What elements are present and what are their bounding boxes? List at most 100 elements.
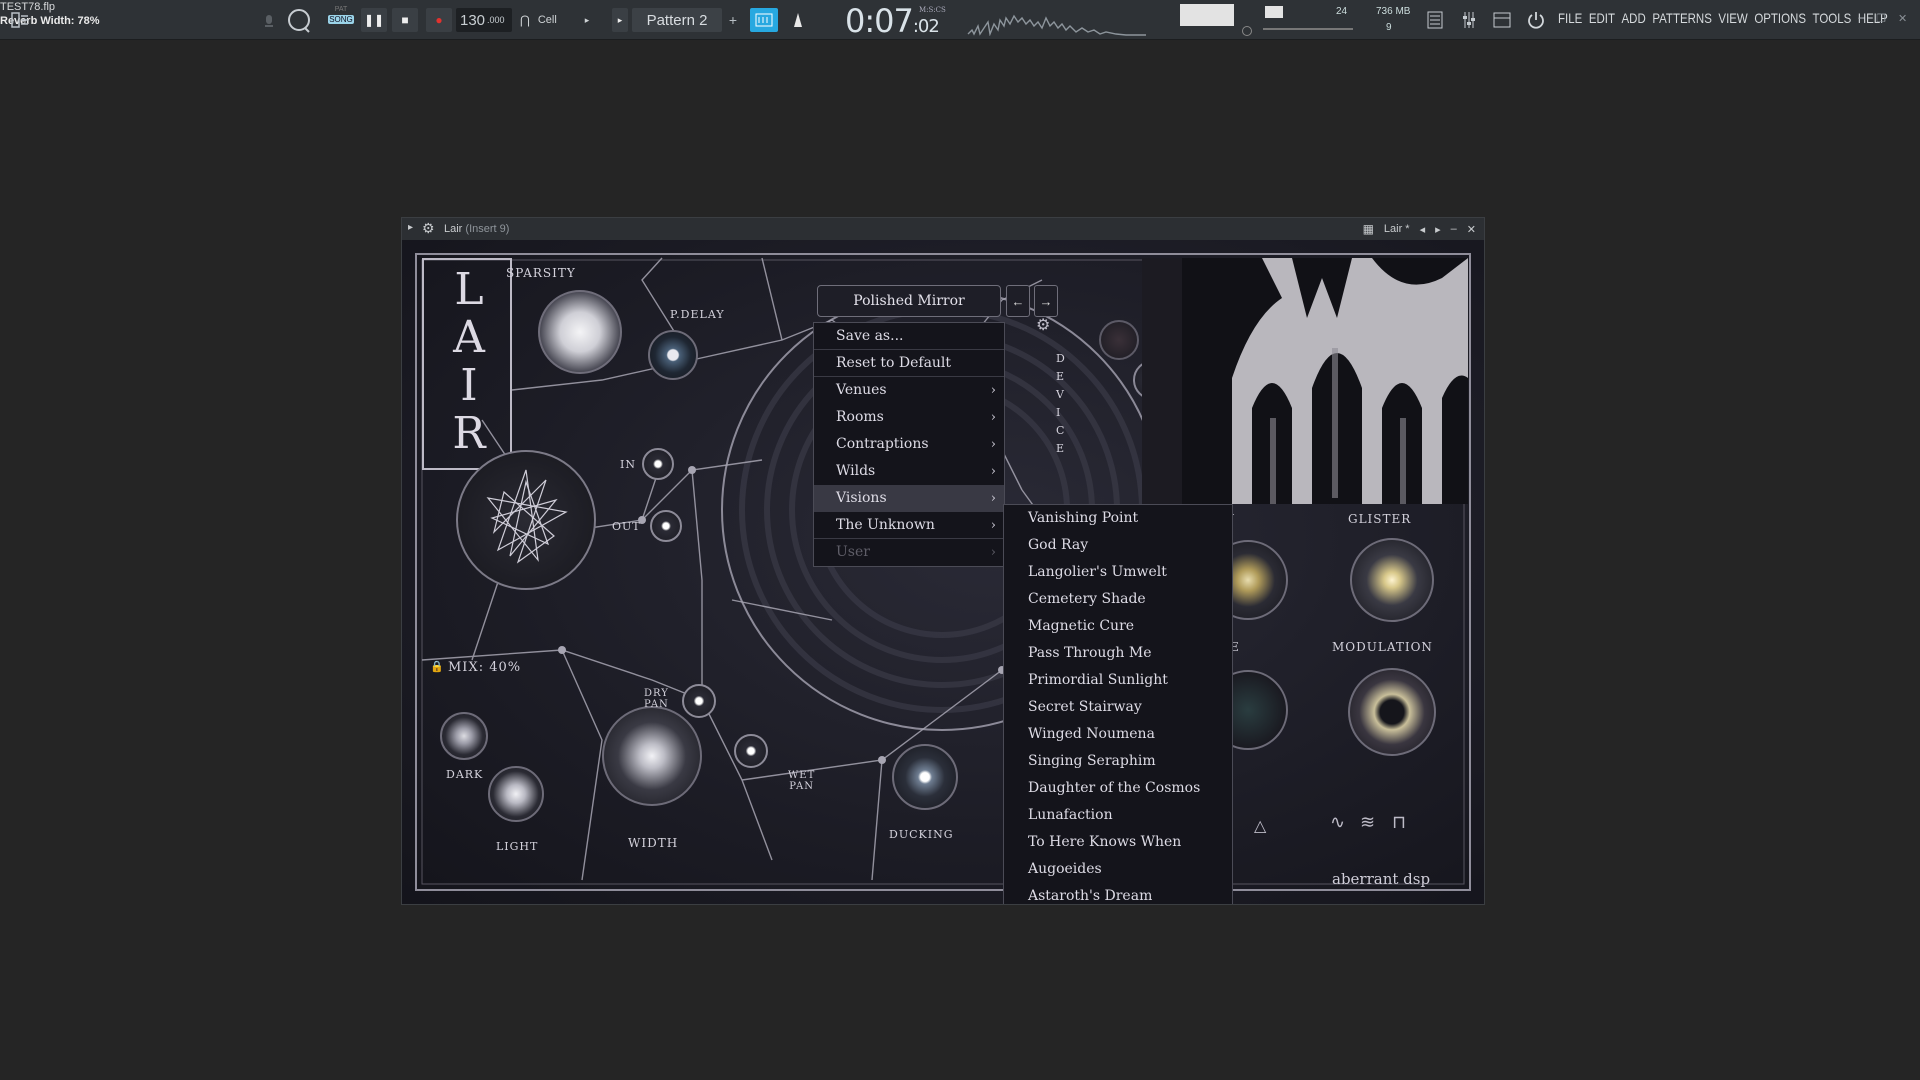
app-menu-icon[interactable] bbox=[8, 8, 32, 32]
menu-item-label: Venues bbox=[836, 382, 887, 398]
menu-item-wilds[interactable]: Wilds › bbox=[814, 458, 1004, 485]
preset-magnetic-cure[interactable]: Magnetic Cure bbox=[1004, 613, 1232, 640]
menu-item-reset[interactable]: Reset to Default bbox=[814, 350, 1004, 377]
menu-item-user: User › bbox=[814, 539, 1004, 566]
modulation-knob[interactable] bbox=[1348, 668, 1436, 756]
preset-short-name[interactable]: Lair * bbox=[1384, 223, 1410, 235]
square-shape-icon[interactable]: ⊓ bbox=[1392, 812, 1406, 833]
sparsity-knob[interactable] bbox=[538, 290, 622, 374]
menu-add[interactable]: ADD bbox=[1622, 10, 1646, 30]
add-pattern-icon[interactable]: + bbox=[726, 10, 740, 30]
typing-keyboard-button[interactable] bbox=[750, 8, 778, 32]
menu-item-save-as[interactable]: Save as... bbox=[814, 323, 1004, 350]
preset-menu: Save as... Reset to Default Venues › Room… bbox=[813, 322, 1005, 567]
preset-daughter-of-the-cosmos[interactable]: Daughter of the Cosmos bbox=[1004, 775, 1232, 802]
snap-value: Cell bbox=[537, 14, 557, 26]
minimize-icon[interactable]: – bbox=[1858, 12, 1864, 25]
playlist-icon[interactable] bbox=[1426, 10, 1444, 30]
preset-prev-button[interactable]: ← bbox=[1006, 285, 1030, 317]
light-knob[interactable] bbox=[488, 766, 544, 822]
menu-options[interactable]: OPTIONS bbox=[1754, 10, 1806, 30]
ducking-knob[interactable] bbox=[892, 744, 958, 810]
preset-augoeides[interactable]: Augoeides bbox=[1004, 856, 1232, 883]
song-position-clock[interactable]: 0:07:02 M:S:CS bbox=[845, 2, 955, 40]
preset-secret-stairway[interactable]: Secret Stairway bbox=[1004, 694, 1232, 721]
plugin-titlebar[interactable]: ▸ ⚙ Lair (Insert 9) ▦ Lair * ◂ ▸ – ✕ bbox=[402, 218, 1484, 240]
stop-button[interactable]: ■ bbox=[392, 8, 418, 32]
menu-item-label: Rooms bbox=[836, 409, 884, 425]
pattern-selector[interactable]: Pattern 2 bbox=[632, 8, 722, 32]
preset-vanishing-point[interactable]: Vanishing Point bbox=[1004, 505, 1232, 532]
menu-item-contraptions[interactable]: Contraptions › bbox=[814, 431, 1004, 458]
preset-god-ray[interactable]: God Ray bbox=[1004, 532, 1232, 559]
preset-pass-through-me[interactable]: Pass Through Me bbox=[1004, 640, 1232, 667]
pat-song-toggle[interactable]: PAT SONG bbox=[328, 6, 354, 34]
preset-lunafaction[interactable]: Lunafaction bbox=[1004, 802, 1232, 829]
width-label: WIDTH bbox=[628, 836, 679, 850]
snap-selector[interactable]: ⋂ Cell ▸ bbox=[520, 8, 604, 32]
wet-pan-knob[interactable] bbox=[734, 734, 768, 768]
chevron-right-icon: › bbox=[990, 545, 996, 560]
close-icon[interactable]: ✕ bbox=[1898, 12, 1907, 25]
mic-icon[interactable] bbox=[262, 12, 276, 30]
menu-view[interactable]: VIEW bbox=[1718, 10, 1747, 30]
preset-astaroths-dream[interactable]: Astaroth's Dream bbox=[1004, 883, 1232, 904]
noise-shape-icon[interactable]: ≋ bbox=[1360, 812, 1375, 833]
volume-knob-icon[interactable] bbox=[1242, 26, 1252, 36]
menu-tools[interactable]: TOOLS bbox=[1813, 10, 1852, 30]
menu-item-label: User bbox=[836, 544, 870, 560]
metronome-loop-icon[interactable] bbox=[284, 6, 314, 34]
width-knob[interactable] bbox=[602, 706, 702, 806]
preset-to-here-knows-when[interactable]: To Here Knows When bbox=[1004, 829, 1232, 856]
preset-winged-noumena[interactable]: Winged Noumena bbox=[1004, 721, 1232, 748]
glister-knob[interactable] bbox=[1350, 538, 1434, 622]
channel-rack-icon[interactable] bbox=[1492, 10, 1512, 30]
preset-next-button[interactable]: → bbox=[1034, 285, 1058, 317]
gear-icon[interactable]: ⚙ bbox=[422, 220, 435, 237]
clock-sub: :02 bbox=[912, 16, 940, 37]
out-knob[interactable] bbox=[650, 510, 682, 542]
memory-usage: 736 MB bbox=[1376, 6, 1411, 17]
preset-singing-seraphim[interactable]: Singing Seraphim bbox=[1004, 748, 1232, 775]
preset-name-display[interactable]: Polished Mirror bbox=[817, 285, 1001, 317]
in-knob[interactable] bbox=[642, 448, 674, 480]
power-icon[interactable] bbox=[1526, 9, 1546, 31]
preset-browser-icon[interactable]: ▦ bbox=[1363, 222, 1374, 236]
collapse-arrow-icon[interactable]: ▸ bbox=[408, 222, 413, 233]
pause-button[interactable]: ❚❚ bbox=[361, 8, 387, 32]
menu-patterns[interactable]: PATTERNS bbox=[1652, 10, 1712, 30]
main-toolbar: TEST78.flp Reverb Width: 78% PAT SONG ❚❚… bbox=[0, 0, 1920, 40]
close-icon[interactable]: ✕ bbox=[1467, 223, 1476, 236]
preset-primordial-sunlight[interactable]: Primordial Sunlight bbox=[1004, 667, 1232, 694]
pattern-prev-button[interactable]: ▸ bbox=[612, 8, 628, 32]
lock-icon[interactable]: 🔒 bbox=[430, 660, 444, 673]
chevron-right-icon: › bbox=[990, 491, 996, 506]
preset-cemetery-shade[interactable]: Cemetery Shade bbox=[1004, 586, 1232, 613]
chevron-right-icon: › bbox=[990, 464, 996, 479]
menu-file[interactable]: FILE bbox=[1558, 10, 1582, 30]
device-dial-1[interactable] bbox=[1099, 320, 1139, 360]
light-label: LIGHT bbox=[496, 840, 539, 853]
triangle-shape-icon[interactable]: △ bbox=[1254, 816, 1266, 836]
preset-langoliers-umwelt[interactable]: Langolier's Umwelt bbox=[1004, 559, 1232, 586]
metronome-button[interactable] bbox=[784, 8, 812, 32]
mixer-icon[interactable] bbox=[1460, 10, 1478, 30]
pat-label: PAT bbox=[334, 6, 348, 13]
mix-knob[interactable] bbox=[456, 450, 596, 590]
restore-icon[interactable]: ❐ bbox=[1876, 12, 1886, 25]
menu-edit[interactable]: EDIT bbox=[1589, 10, 1615, 30]
tempo-display[interactable]: 130.000 bbox=[456, 8, 512, 32]
record-button[interactable]: ● bbox=[426, 8, 452, 32]
dry-pan-knob[interactable] bbox=[682, 684, 716, 718]
menu-item-visions[interactable]: Visions › bbox=[814, 485, 1004, 512]
sine-shape-icon[interactable]: ∿ bbox=[1330, 812, 1345, 833]
settings-gear-icon[interactable]: ⚙ bbox=[1036, 315, 1050, 335]
next-preset-icon[interactable]: ▸ bbox=[1435, 223, 1441, 236]
menu-item-venues[interactable]: Venues › bbox=[814, 377, 1004, 404]
prev-preset-icon[interactable]: ◂ bbox=[1420, 223, 1426, 236]
minimize-icon[interactable]: – bbox=[1451, 223, 1457, 235]
dark-knob[interactable] bbox=[440, 712, 488, 760]
menu-item-rooms[interactable]: Rooms › bbox=[814, 404, 1004, 431]
predelay-knob[interactable] bbox=[648, 330, 698, 380]
menu-item-the-unknown[interactable]: The Unknown › bbox=[814, 512, 1004, 539]
